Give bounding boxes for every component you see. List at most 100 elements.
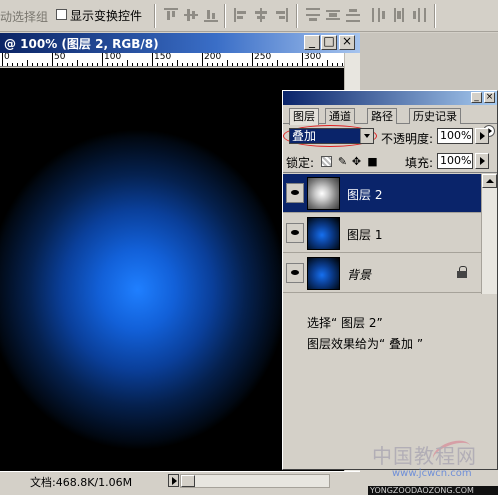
distribute-bottom-icon[interactable] (346, 8, 360, 22)
ruler-tick (7, 63, 8, 66)
watermark-url: www.jcwcn.com (392, 468, 472, 479)
distribute-right-icon[interactable] (412, 8, 426, 22)
ruler-tick (82, 63, 83, 66)
ruler-tick (2, 53, 3, 66)
ruler-tick (277, 60, 278, 66)
ruler-tick (172, 63, 173, 66)
instruction-line: 选择“ 图层 2” (307, 316, 383, 330)
ruler-tick (312, 63, 313, 66)
align-bottom-icon[interactable] (204, 8, 218, 22)
close-button[interactable]: × (339, 34, 355, 50)
minimize-button[interactable]: _ (304, 34, 320, 50)
ruler-tick (142, 63, 143, 66)
document-title: @ 100% (图层 2, RGB/8) (4, 37, 159, 51)
ruler-tick (162, 63, 163, 66)
horizontal-ruler[interactable]: 050100150200250300350 (0, 53, 344, 67)
ruler-tick (192, 63, 193, 66)
distribute-top-icon[interactable] (306, 8, 320, 22)
tab-paths[interactable]: 路径 (367, 108, 397, 124)
layer-thumbnail (307, 257, 340, 290)
ruler-tick (327, 60, 328, 66)
maximize-button[interactable]: □ (321, 34, 337, 50)
palette-minimize-button[interactable]: _ (471, 92, 482, 103)
ruler-tick (292, 63, 293, 66)
palette-title-bar[interactable]: _ × (283, 91, 497, 105)
tab-layers[interactable]: 图层 (289, 108, 319, 125)
ruler-tick (222, 63, 223, 66)
distribute-hcenter-icon[interactable] (392, 8, 406, 22)
tab-history[interactable]: 历史记录 (409, 108, 461, 124)
ruler-number: 50 (54, 53, 66, 62)
layer-row-layer1[interactable]: 图层 1 (283, 214, 481, 253)
ruler-tick (197, 63, 198, 66)
ruler-tick (322, 63, 323, 66)
distribute-vcenter-icon[interactable] (326, 8, 340, 22)
ruler-tick (117, 63, 118, 66)
ruler-tick (342, 63, 343, 66)
opacity-label: 不透明度: (381, 132, 434, 146)
ruler-tick (247, 63, 248, 66)
ruler-tick (297, 63, 298, 66)
minimize-icon: _ (309, 34, 315, 48)
ruler-tick (47, 63, 48, 66)
ruler-tick (152, 53, 153, 66)
blend-mode-select[interactable]: 叠加 (289, 128, 374, 144)
ruler-tick (137, 63, 138, 66)
ruler-number: 250 (254, 53, 272, 62)
ruler-tick (57, 63, 58, 66)
ruler-tick (67, 63, 68, 66)
visibility-eye-icon[interactable] (286, 183, 304, 203)
ruler-tick (242, 63, 243, 66)
blend-row: 叠加 不透明度: 100% (283, 125, 497, 149)
lock-all-icon[interactable]: ■ (367, 156, 378, 167)
align-top-icon[interactable] (164, 8, 178, 22)
instruction-line: 图层效果给为“ 叠加 ” (307, 337, 424, 351)
ruler-number: 200 (204, 53, 222, 62)
palette-close-button[interactable]: × (484, 92, 495, 103)
opacity-input[interactable]: 100% (437, 128, 473, 144)
status-menu-arrow-icon[interactable] (168, 474, 179, 487)
fill-slider-button[interactable] (475, 153, 489, 169)
instruction-text: 选择“ 图层 2” 图层效果给为“ 叠加 ” (307, 313, 423, 355)
ruler-tick (182, 63, 183, 66)
distribute-left-icon[interactable] (372, 8, 386, 22)
opacity-slider-button[interactable] (475, 128, 489, 144)
ruler-tick (307, 63, 308, 66)
palette-tabs: 图层 通道 路径 历史记录 (283, 106, 497, 137)
align-hcenter-icon[interactable] (254, 8, 268, 22)
document-size-status: 文档:468.8K/1.06M (30, 476, 133, 489)
fill-input[interactable]: 100% (437, 153, 473, 169)
align-right-icon[interactable] (274, 8, 288, 22)
align-left-icon[interactable] (234, 8, 248, 22)
auto-select-group-label: 动选择组 (0, 10, 49, 24)
layer-row-layer2[interactable]: 图层 2 (283, 174, 481, 213)
ruler-tick (257, 63, 258, 66)
workspace-background (360, 33, 498, 93)
ruler-tick (22, 63, 23, 66)
layer-row-background[interactable]: 背景 (283, 254, 481, 293)
ruler-tick (37, 63, 38, 66)
maximize-icon: □ (323, 34, 335, 48)
lock-brush-icon[interactable]: ✎ (337, 156, 348, 167)
layer-thumbnail (307, 217, 340, 250)
scroll-up-button[interactable] (482, 174, 497, 188)
visibility-eye-icon[interactable] (286, 223, 304, 243)
lock-label: 锁定: (286, 156, 315, 170)
watermark: 中国教程网 www.jcwcn.com YONGZOODAOZONG.COM (368, 435, 498, 495)
ruler-tick (262, 63, 263, 66)
align-vcenter-icon[interactable] (184, 8, 198, 22)
watermark-banner: YONGZOODAOZONG.COM (368, 486, 498, 495)
tab-channels[interactable]: 通道 (325, 108, 355, 124)
ruler-tick (167, 63, 168, 66)
scroll-left-button[interactable] (181, 475, 195, 487)
document-horizontal-scrollbar[interactable] (180, 474, 330, 488)
show-transform-checkbox[interactable] (56, 9, 67, 20)
visibility-eye-icon[interactable] (286, 263, 304, 283)
lock-transparency-icon[interactable] (321, 156, 332, 167)
ruler-tick (332, 63, 333, 66)
chevron-down-icon[interactable] (360, 129, 373, 143)
ruler-number: 150 (154, 53, 172, 62)
ruler-tick (87, 63, 88, 66)
lock-move-icon[interactable]: ✥ (351, 156, 362, 167)
layers-scrollbar[interactable] (481, 174, 497, 294)
